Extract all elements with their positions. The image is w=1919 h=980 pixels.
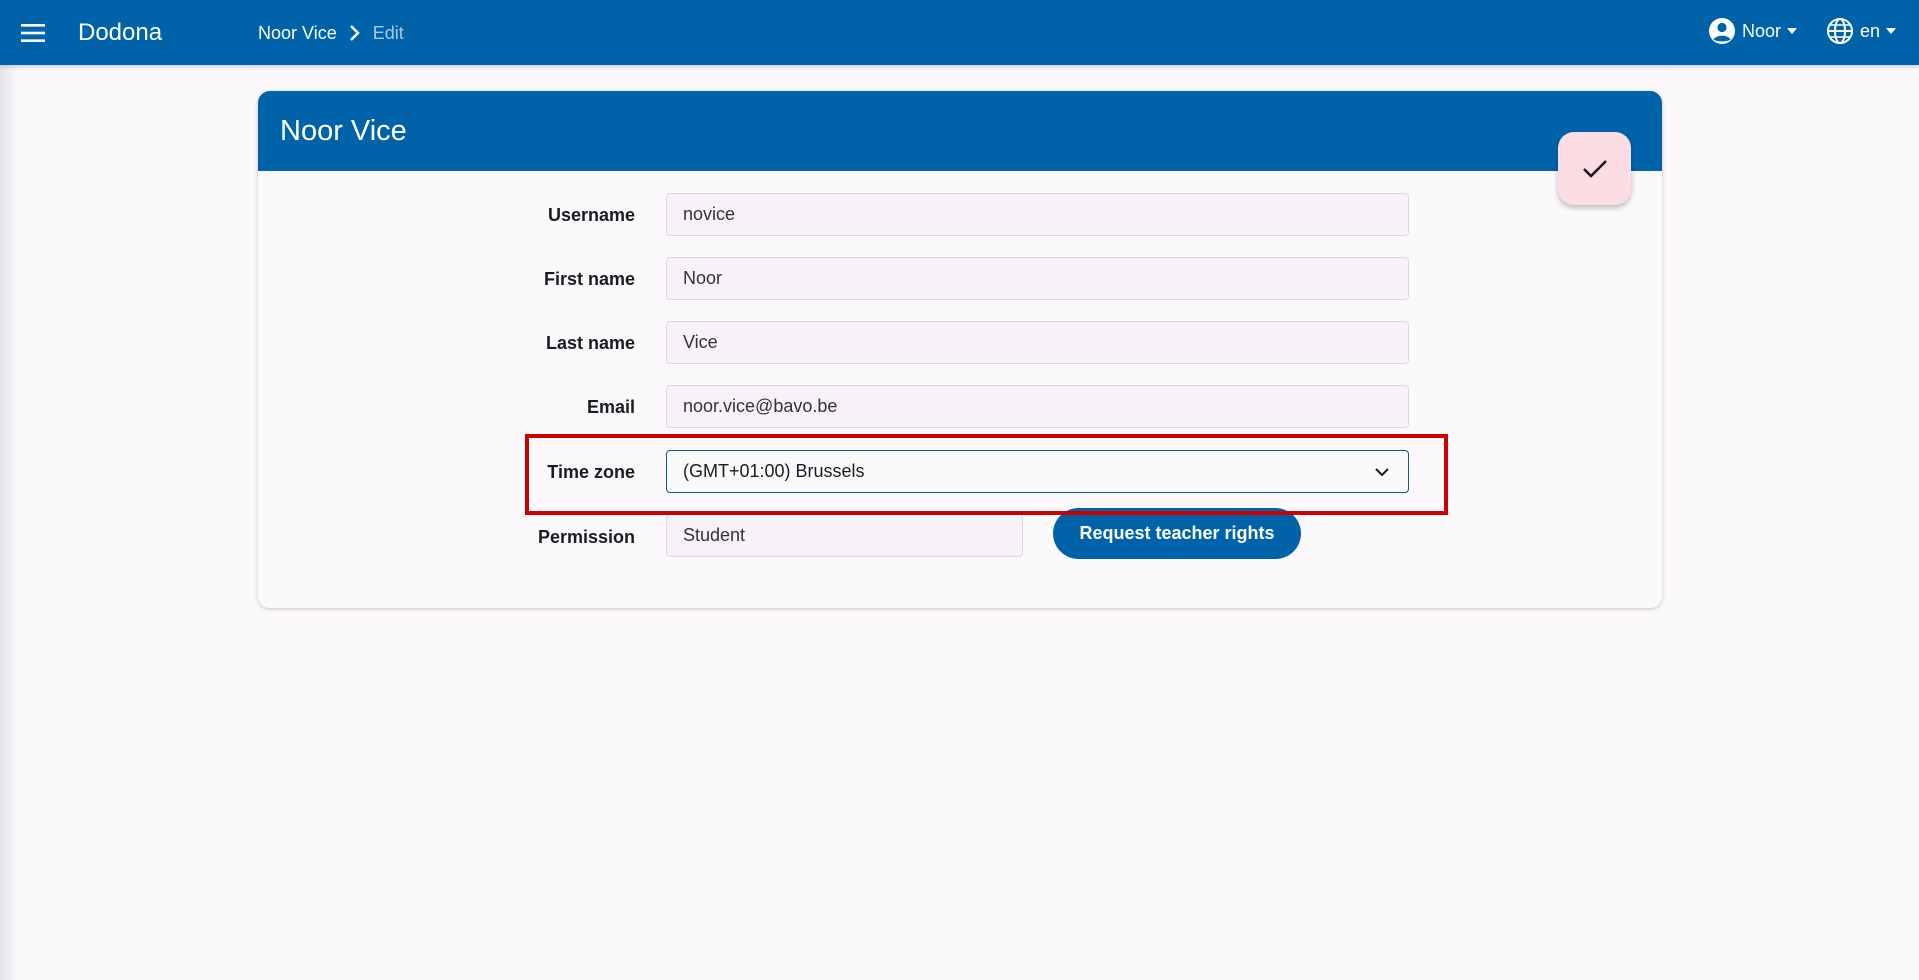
permission-row: Permission Student Request teacher right… — [258, 508, 1662, 559]
caret-down-icon — [1787, 28, 1798, 34]
caret-down-icon — [1886, 28, 1897, 34]
breadcrumb-current: Edit — [372, 23, 404, 43]
menu-icon — [21, 24, 45, 42]
menu-button[interactable] — [18, 18, 48, 48]
first-name-field[interactable]: Noor — [666, 257, 1409, 300]
email-field[interactable]: noor.vice@bavo.be — [666, 385, 1409, 428]
language-menu-label: en — [1860, 21, 1881, 41]
language-menu[interactable]: en — [1826, 17, 1897, 45]
user-edit-card: Noor Vice Username novice First name Noo… — [258, 91, 1662, 608]
permission-field: Student — [666, 514, 1023, 557]
time-zone-select[interactable]: (GMT+01:00) Brussels — [666, 450, 1409, 493]
first-name-row: First name Noor — [258, 257, 1662, 301]
last-name-label: Last name — [545, 333, 635, 353]
top-app-bar: Dodona Noor Vice Edit Noor en — [0, 0, 1919, 65]
first-name-label: First name — [543, 269, 635, 289]
card-header: Noor Vice — [258, 91, 1662, 171]
user-menu-label: Noor — [1742, 21, 1782, 41]
username-label: Username — [547, 205, 635, 225]
time-zone-row: Time zone (GMT+01:00) Brussels — [258, 450, 1662, 494]
page-title: Noor Vice — [280, 115, 407, 147]
user-menu[interactable]: Noor — [1708, 17, 1798, 45]
email-row: Email noor.vice@bavo.be — [258, 385, 1662, 429]
request-teacher-rights-button[interactable]: Request teacher rights — [1053, 508, 1301, 559]
last-name-field[interactable]: Vice — [666, 321, 1409, 364]
chevron-down-icon — [1375, 468, 1389, 477]
email-label: Email — [586, 397, 635, 417]
chevron-right-icon — [349, 24, 361, 42]
account-circle-icon — [1709, 18, 1735, 44]
globe-icon — [1827, 18, 1853, 44]
time-zone-label: Time zone — [547, 462, 635, 482]
permission-label: Permission — [537, 527, 635, 547]
last-name-row: Last name Vice — [258, 321, 1662, 365]
breadcrumb: Noor Vice Edit — [258, 20, 404, 46]
side-shadow — [0, 65, 18, 980]
breadcrumb-parent[interactable]: Noor Vice — [258, 20, 337, 46]
app-brand[interactable]: Dodona — [78, 18, 162, 48]
username-field[interactable]: novice — [666, 193, 1409, 236]
check-icon — [1582, 159, 1607, 178]
username-row: Username novice — [258, 193, 1662, 237]
time-zone-value: (GMT+01:00) Brussels — [683, 461, 865, 481]
